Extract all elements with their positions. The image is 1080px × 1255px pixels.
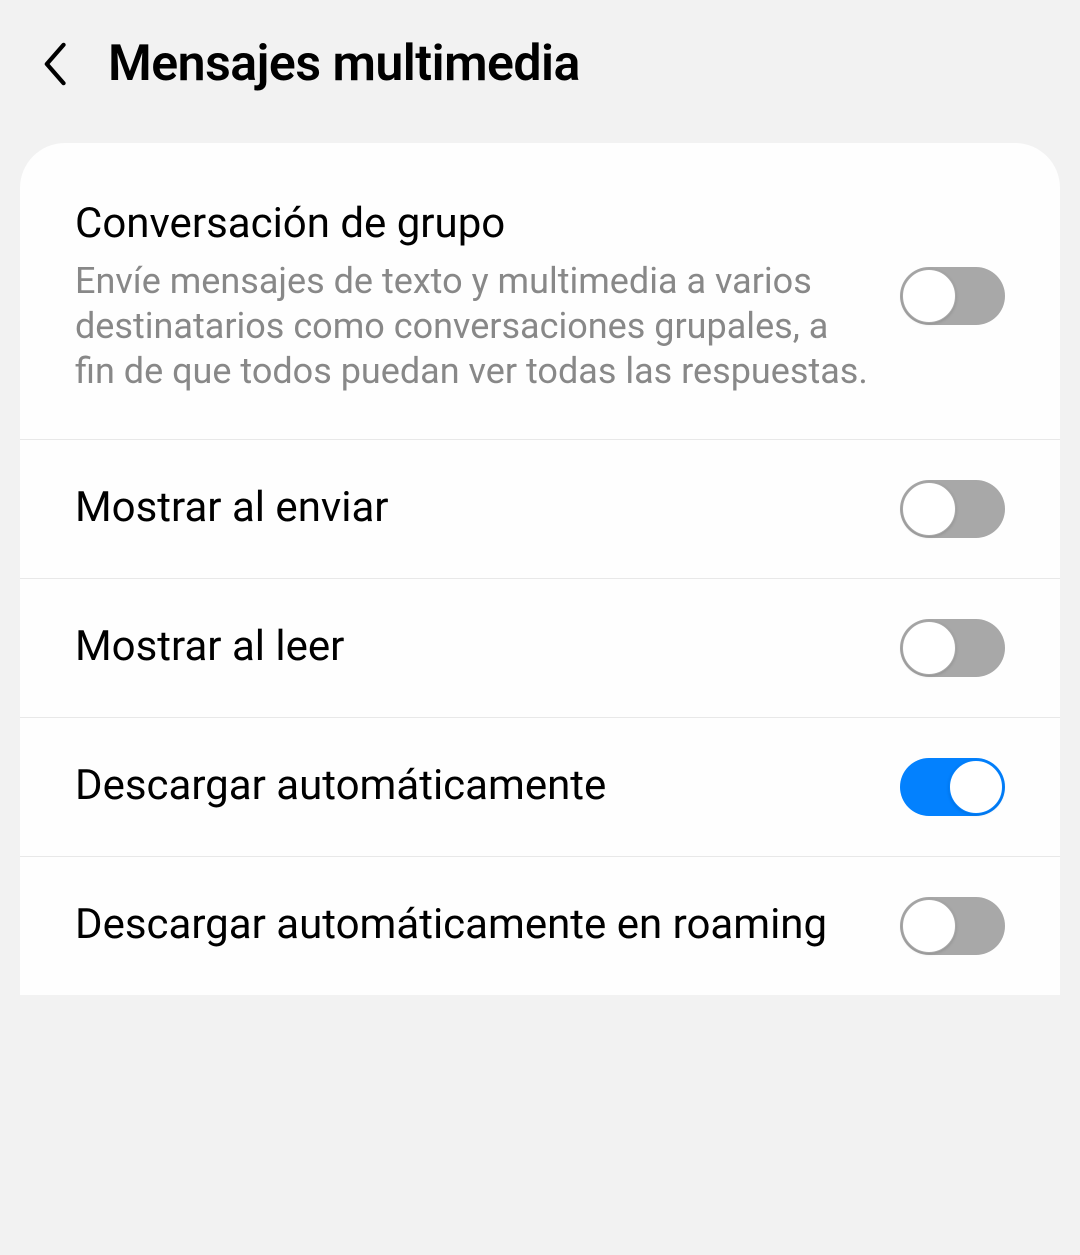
setting-group-conversation[interactable]: Conversación de grupo Envíe mensajes de … — [20, 143, 1060, 440]
toggle-thumb — [902, 269, 956, 323]
header: Mensajes multimedia — [0, 0, 1080, 143]
toggle-auto-download[interactable] — [900, 758, 1005, 816]
chevron-left-icon — [39, 40, 69, 88]
setting-auto-download[interactable]: Descargar automáticamente — [20, 718, 1060, 857]
setting-title: Descargar automáticamente en roaming — [75, 899, 870, 952]
toggle-thumb — [902, 899, 956, 953]
setting-auto-download-roaming[interactable]: Descargar automáticamente en roaming — [20, 857, 1060, 995]
setting-title: Conversación de grupo — [75, 198, 870, 251]
setting-description: Envíe mensajes de texto y multimedia a v… — [75, 259, 870, 394]
toggle-thumb — [902, 482, 956, 536]
toggle-show-on-read[interactable] — [900, 619, 1005, 677]
setting-text: Mostrar al enviar — [75, 482, 870, 535]
toggle-auto-download-roaming[interactable] — [900, 897, 1005, 955]
toggle-thumb — [949, 760, 1003, 814]
back-button[interactable] — [35, 45, 73, 83]
page-title: Mensajes multimedia — [108, 35, 580, 93]
setting-text: Mostrar al leer — [75, 621, 870, 674]
setting-title: Mostrar al leer — [75, 621, 870, 674]
toggle-show-on-send[interactable] — [900, 480, 1005, 538]
toggle-thumb — [902, 621, 956, 675]
setting-text: Conversación de grupo Envíe mensajes de … — [75, 198, 870, 394]
setting-text: Descargar automáticamente — [75, 760, 870, 813]
setting-title: Mostrar al enviar — [75, 482, 870, 535]
setting-show-on-send[interactable]: Mostrar al enviar — [20, 440, 1060, 579]
toggle-group-conversation[interactable] — [900, 267, 1005, 325]
settings-card: Conversación de grupo Envíe mensajes de … — [20, 143, 1060, 995]
setting-text: Descargar automáticamente en roaming — [75, 899, 870, 952]
setting-title: Descargar automáticamente — [75, 760, 870, 813]
setting-show-on-read[interactable]: Mostrar al leer — [20, 579, 1060, 718]
